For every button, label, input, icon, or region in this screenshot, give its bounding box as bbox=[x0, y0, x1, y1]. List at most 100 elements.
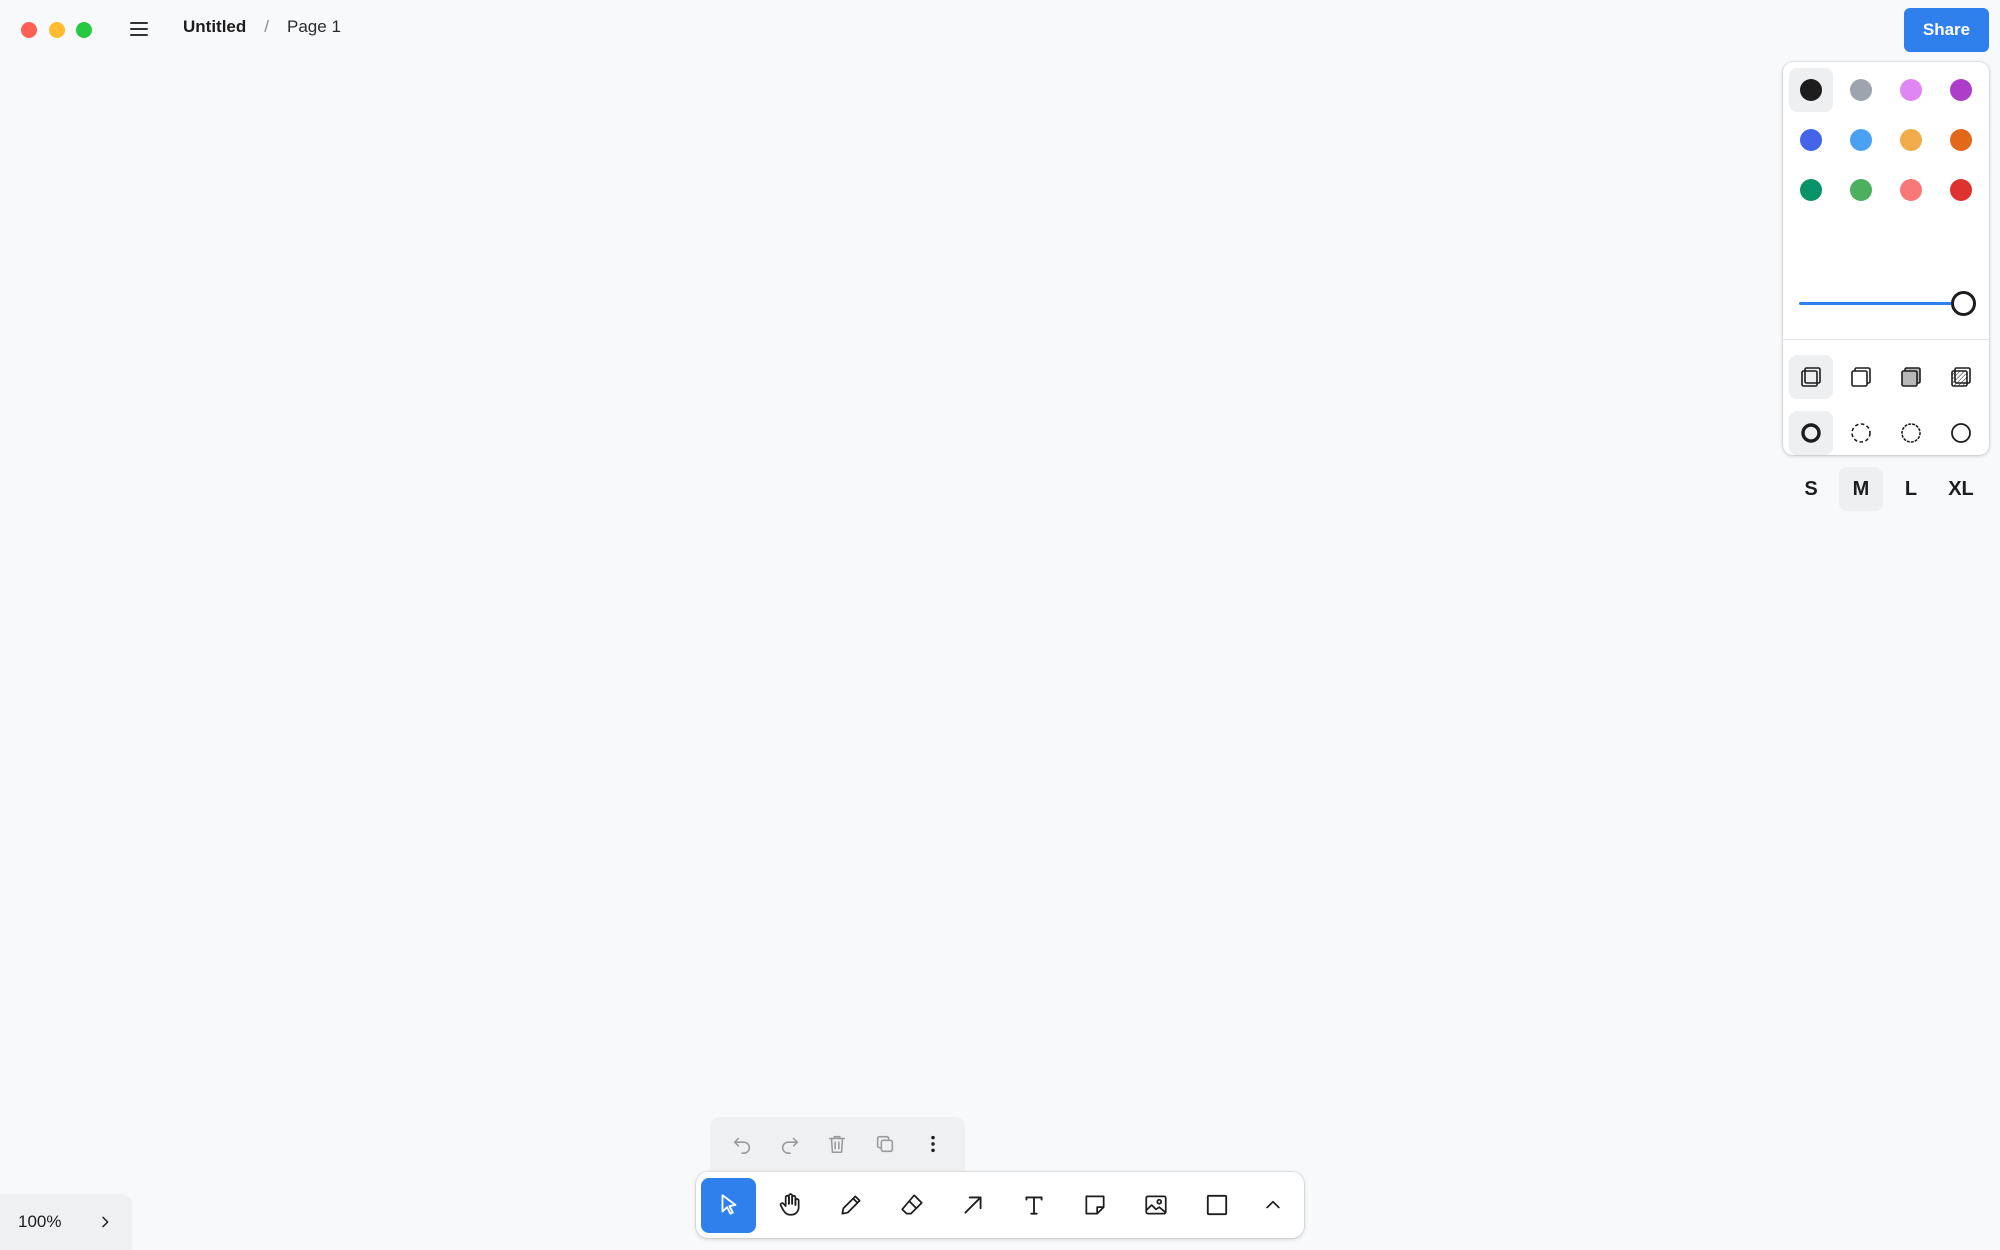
page-name[interactable]: Page 1 bbox=[287, 17, 341, 37]
color-dot bbox=[1900, 79, 1922, 101]
color-swatch-blue[interactable] bbox=[1789, 118, 1833, 162]
hand-icon bbox=[779, 1193, 800, 1216]
color-swatch-violet[interactable] bbox=[1939, 68, 1983, 112]
dash-dotted-icon bbox=[1901, 423, 1921, 443]
color-dot bbox=[1800, 79, 1822, 101]
fill-none-icon bbox=[1801, 367, 1821, 387]
eraser-tool-button[interactable] bbox=[884, 1178, 939, 1233]
main-toolbar bbox=[696, 1172, 1304, 1238]
redo-button[interactable] bbox=[770, 1124, 810, 1164]
text-tool-button[interactable] bbox=[1006, 1178, 1061, 1233]
color-dot bbox=[1850, 129, 1872, 151]
opacity-slider-track bbox=[1799, 302, 1963, 305]
color-dot bbox=[1800, 129, 1822, 151]
image-icon bbox=[1144, 1195, 1167, 1215]
zoom-level[interactable]: 100% bbox=[18, 1212, 90, 1232]
opacity-slider-thumb[interactable] bbox=[1951, 291, 1976, 316]
trash-icon bbox=[829, 1135, 846, 1154]
color-swatch-yellow[interactable] bbox=[1889, 118, 1933, 162]
title-bar: Untitled / Page 1 Share bbox=[0, 0, 2000, 56]
draw-tool-button[interactable] bbox=[823, 1178, 878, 1233]
color-swatch-grid bbox=[1789, 68, 1983, 212]
hamburger-menu-icon bbox=[130, 22, 148, 36]
fill-semi-button[interactable] bbox=[1839, 355, 1883, 399]
maximize-window-button[interactable] bbox=[76, 22, 92, 38]
color-swatch-light-green[interactable] bbox=[1839, 168, 1883, 212]
rectangle-tool-button[interactable] bbox=[1189, 1178, 1244, 1233]
select-tool-button[interactable] bbox=[701, 1177, 756, 1233]
breadcrumb-separator: / bbox=[264, 17, 270, 36]
share-button[interactable]: Share bbox=[1904, 8, 1989, 52]
chevron-right-icon bbox=[102, 1216, 109, 1228]
dash-solid-icon bbox=[1951, 423, 1971, 443]
fill-none-button[interactable] bbox=[1789, 355, 1833, 399]
fill-pattern-icon bbox=[1951, 367, 1971, 387]
note-tool-button[interactable] bbox=[1067, 1178, 1122, 1233]
color-dot bbox=[1950, 179, 1972, 201]
more-vertical-icon bbox=[931, 1135, 935, 1153]
duplicate-button[interactable] bbox=[865, 1124, 905, 1164]
fill-solid-button[interactable] bbox=[1889, 355, 1933, 399]
color-swatch-green[interactable] bbox=[1789, 168, 1833, 212]
duplicate-icon bbox=[877, 1135, 894, 1153]
dash-solid-button[interactable] bbox=[1939, 411, 1983, 455]
size-options: S M L XL bbox=[1789, 467, 1983, 511]
color-swatch-light-blue[interactable] bbox=[1839, 118, 1883, 162]
hand-tool-button[interactable] bbox=[762, 1178, 817, 1233]
panel-divider bbox=[1783, 339, 1989, 340]
color-swatch-orange[interactable] bbox=[1939, 118, 1983, 162]
minimize-window-button[interactable] bbox=[49, 22, 65, 38]
text-icon bbox=[1024, 1196, 1043, 1215]
opacity-slider[interactable] bbox=[1799, 291, 1976, 317]
size-xl-button[interactable]: XL bbox=[1939, 467, 1983, 511]
undo-button[interactable] bbox=[722, 1124, 762, 1164]
delete-button[interactable] bbox=[817, 1124, 857, 1164]
color-swatch-black[interactable] bbox=[1789, 68, 1833, 112]
rectangle-icon bbox=[1206, 1194, 1227, 1216]
color-dot bbox=[1850, 79, 1872, 101]
color-dot bbox=[1800, 179, 1822, 201]
dash-dashed-button[interactable] bbox=[1839, 411, 1883, 455]
chevron-up-icon bbox=[1265, 1200, 1280, 1209]
size-m-button[interactable]: M bbox=[1839, 467, 1883, 511]
main-menu-button[interactable] bbox=[124, 14, 154, 44]
note-icon bbox=[1084, 1195, 1105, 1215]
size-l-button[interactable]: L bbox=[1889, 467, 1933, 511]
dash-draw-button[interactable] bbox=[1789, 411, 1833, 455]
fill-solid-icon bbox=[1901, 367, 1921, 387]
color-swatch-grey[interactable] bbox=[1839, 68, 1883, 112]
color-swatch-light-violet[interactable] bbox=[1889, 68, 1933, 112]
dash-dashed-icon bbox=[1851, 423, 1871, 443]
more-tools-button[interactable] bbox=[1250, 1178, 1295, 1233]
dash-style-options bbox=[1789, 411, 1983, 455]
quick-actions-bar bbox=[710, 1117, 965, 1171]
close-window-button[interactable] bbox=[21, 22, 37, 38]
color-swatch-red[interactable] bbox=[1939, 168, 1983, 212]
size-s-button[interactable]: S bbox=[1789, 467, 1833, 511]
pencil-icon bbox=[840, 1195, 861, 1215]
arrow-icon bbox=[963, 1196, 982, 1214]
select-icon bbox=[721, 1194, 736, 1215]
color-dot bbox=[1850, 179, 1872, 201]
color-swatch-light-red[interactable] bbox=[1889, 168, 1933, 212]
eraser-icon bbox=[900, 1194, 923, 1215]
color-dot bbox=[1950, 129, 1972, 151]
arrow-tool-button[interactable] bbox=[945, 1178, 1000, 1233]
breadcrumb: Untitled / Page 1 bbox=[183, 17, 341, 37]
dash-dotted-button[interactable] bbox=[1889, 411, 1933, 455]
dash-draw-icon bbox=[1801, 423, 1821, 443]
color-dot bbox=[1900, 129, 1922, 151]
color-dot bbox=[1950, 79, 1972, 101]
minimap-toggle-button[interactable] bbox=[90, 1207, 120, 1237]
undo-icon bbox=[733, 1137, 750, 1154]
document-title[interactable]: Untitled bbox=[183, 17, 246, 37]
fill-style-options bbox=[1789, 355, 1983, 399]
fill-pattern-button[interactable] bbox=[1939, 355, 1983, 399]
image-tool-button[interactable] bbox=[1128, 1178, 1183, 1233]
redo-icon bbox=[781, 1137, 798, 1154]
color-dot bbox=[1900, 179, 1922, 201]
fill-semi-icon bbox=[1851, 367, 1871, 387]
style-panel: S M L XL bbox=[1783, 62, 1989, 511]
more-actions-button[interactable] bbox=[913, 1124, 953, 1164]
zoom-control: 100% bbox=[0, 1194, 132, 1250]
